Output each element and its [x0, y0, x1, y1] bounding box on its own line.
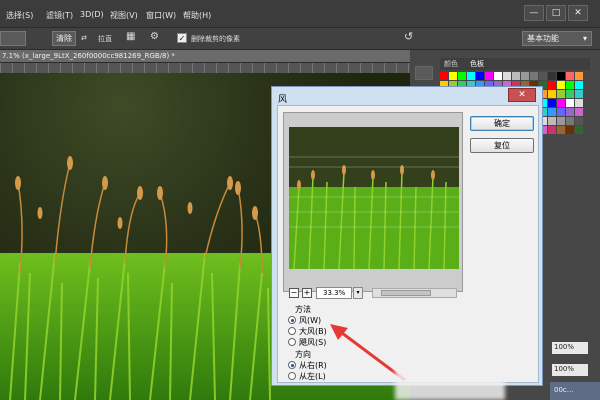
swatch[interactable]	[467, 72, 475, 80]
swatch[interactable]	[476, 72, 484, 80]
swatch[interactable]	[503, 72, 511, 80]
zoom-out-button[interactable]: −	[289, 288, 299, 298]
reset-button[interactable]: 复位	[470, 138, 534, 153]
swatch[interactable]	[575, 81, 583, 89]
radio-icon[interactable]	[288, 327, 296, 335]
radio-icon[interactable]	[288, 338, 296, 346]
menu-filter[interactable]: 滤镜(T)	[46, 10, 73, 21]
scrollbar-thumb[interactable]	[381, 290, 431, 296]
swatch[interactable]	[575, 126, 583, 134]
swatch[interactable]	[512, 72, 520, 80]
swatch[interactable]	[539, 72, 547, 80]
swatch[interactable]	[548, 108, 556, 116]
swatch[interactable]	[566, 117, 574, 125]
close-icon[interactable]: ✕	[508, 88, 536, 102]
document-tab-title: 7.1% (x_large_9LtX_260f0000cc981269_RGB/…	[2, 52, 175, 60]
gear-icon[interactable]: ⚙	[150, 31, 159, 42]
swatch[interactable]	[458, 72, 466, 80]
menu-view[interactable]: 视图(V)	[110, 10, 138, 21]
maximize-button[interactable]: □	[546, 5, 566, 21]
swatch[interactable]	[557, 99, 565, 107]
swatch[interactable]	[566, 72, 574, 80]
document-tab[interactable]: 7.1% (x_large_9LtX_260f0000cc981269_RGB/…	[0, 50, 410, 63]
swatch[interactable]	[575, 108, 583, 116]
grid-overlay-icon[interactable]: ▦	[126, 31, 135, 42]
swatch[interactable]	[548, 90, 556, 98]
swatch[interactable]	[530, 72, 538, 80]
menu-3d[interactable]: 3D(D)	[80, 10, 104, 19]
menu-help[interactable]: 帮助(H)	[183, 10, 211, 21]
swatch[interactable]	[575, 99, 583, 107]
chevron-down-icon: ▾	[582, 34, 587, 43]
radio-icon[interactable]	[288, 372, 296, 380]
method-option-wind[interactable]: 风(W)	[288, 315, 321, 326]
menu-window[interactable]: 窗口(W)	[146, 10, 176, 21]
swatch[interactable]	[521, 72, 529, 80]
swatch[interactable]	[566, 126, 574, 134]
menu-bar: 选择(S) 滤镜(T) 3D(D) 视图(V) 窗口(W) 帮助(H) — □ …	[0, 0, 600, 28]
refine-button[interactable]: 清除	[52, 31, 76, 46]
dialog-title: 风	[278, 95, 288, 105]
swatch[interactable]	[557, 108, 565, 116]
ratio-field[interactable]	[0, 31, 26, 46]
preview-area: − + 33.3% ▾	[283, 112, 463, 299]
layers-panel: 100% 100% 00c...	[550, 342, 600, 400]
swatch[interactable]	[548, 72, 556, 80]
minimize-button[interactable]: —	[524, 5, 544, 21]
watermark-blur	[395, 345, 505, 400]
workspace-label: 基本功能	[527, 34, 559, 43]
method-label: 方法	[295, 305, 311, 314]
swatch[interactable]	[557, 126, 565, 134]
radio-icon[interactable]	[288, 316, 296, 324]
zoom-field[interactable]: 33.3%	[316, 287, 352, 299]
close-window-button[interactable]: ✕	[568, 5, 588, 21]
history-icon[interactable]	[415, 66, 433, 80]
swatch[interactable]	[485, 72, 493, 80]
swatch[interactable]	[440, 72, 448, 80]
swatch[interactable]	[566, 90, 574, 98]
swatch[interactable]	[566, 108, 574, 116]
layer-row[interactable]: 00c...	[550, 382, 600, 400]
preview-image[interactable]	[289, 127, 459, 269]
swatch[interactable]	[575, 72, 583, 80]
zoom-in-button[interactable]: +	[302, 288, 312, 298]
swatch[interactable]	[566, 81, 574, 89]
swatch[interactable]	[575, 90, 583, 98]
tab-swatches[interactable]: 色板	[470, 59, 484, 69]
swatch[interactable]	[548, 117, 556, 125]
swatch[interactable]	[548, 81, 556, 89]
menu-select[interactable]: 选择(S)	[6, 10, 33, 21]
swatch[interactable]	[557, 117, 565, 125]
layer-label: 00c...	[554, 386, 574, 394]
direction-label: 方向	[295, 350, 311, 359]
horizontal-ruler	[0, 63, 410, 73]
delete-cropped-label: 删除裁剪的像素	[191, 35, 240, 43]
swatch[interactable]	[557, 81, 565, 89]
radio-icon[interactable]	[288, 361, 296, 369]
reset-icon[interactable]: ↺	[404, 30, 413, 43]
preview-horizontal-scrollbar[interactable]	[372, 288, 457, 298]
chevron-down-icon[interactable]: ▾	[353, 287, 363, 299]
swatch[interactable]	[449, 72, 457, 80]
swatch[interactable]	[557, 90, 565, 98]
workspace-select[interactable]: 基本功能 ▾	[522, 31, 592, 46]
delete-cropped-checkbox[interactable]: ✓	[177, 33, 187, 43]
swatch[interactable]	[548, 126, 556, 134]
color-panel-tabs: 颜色 色板	[440, 58, 590, 70]
swap-icon[interactable]: ⇄	[81, 34, 87, 42]
fill-field[interactable]: 100%	[552, 364, 588, 376]
options-bar: 清除 ⇄ 拉直 ▦ ⚙ ✓ 删除裁剪的像素 ↺ 基本功能 ▾	[0, 28, 600, 50]
straighten-label[interactable]: 拉直	[98, 34, 112, 44]
opacity-field[interactable]: 100%	[552, 342, 588, 354]
swatch[interactable]	[494, 72, 502, 80]
swatch[interactable]	[548, 99, 556, 107]
ok-button[interactable]: 确定	[470, 116, 534, 131]
swatch[interactable]	[557, 72, 565, 80]
swatch[interactable]	[575, 117, 583, 125]
swatch[interactable]	[566, 99, 574, 107]
tab-color[interactable]: 颜色	[444, 59, 458, 69]
